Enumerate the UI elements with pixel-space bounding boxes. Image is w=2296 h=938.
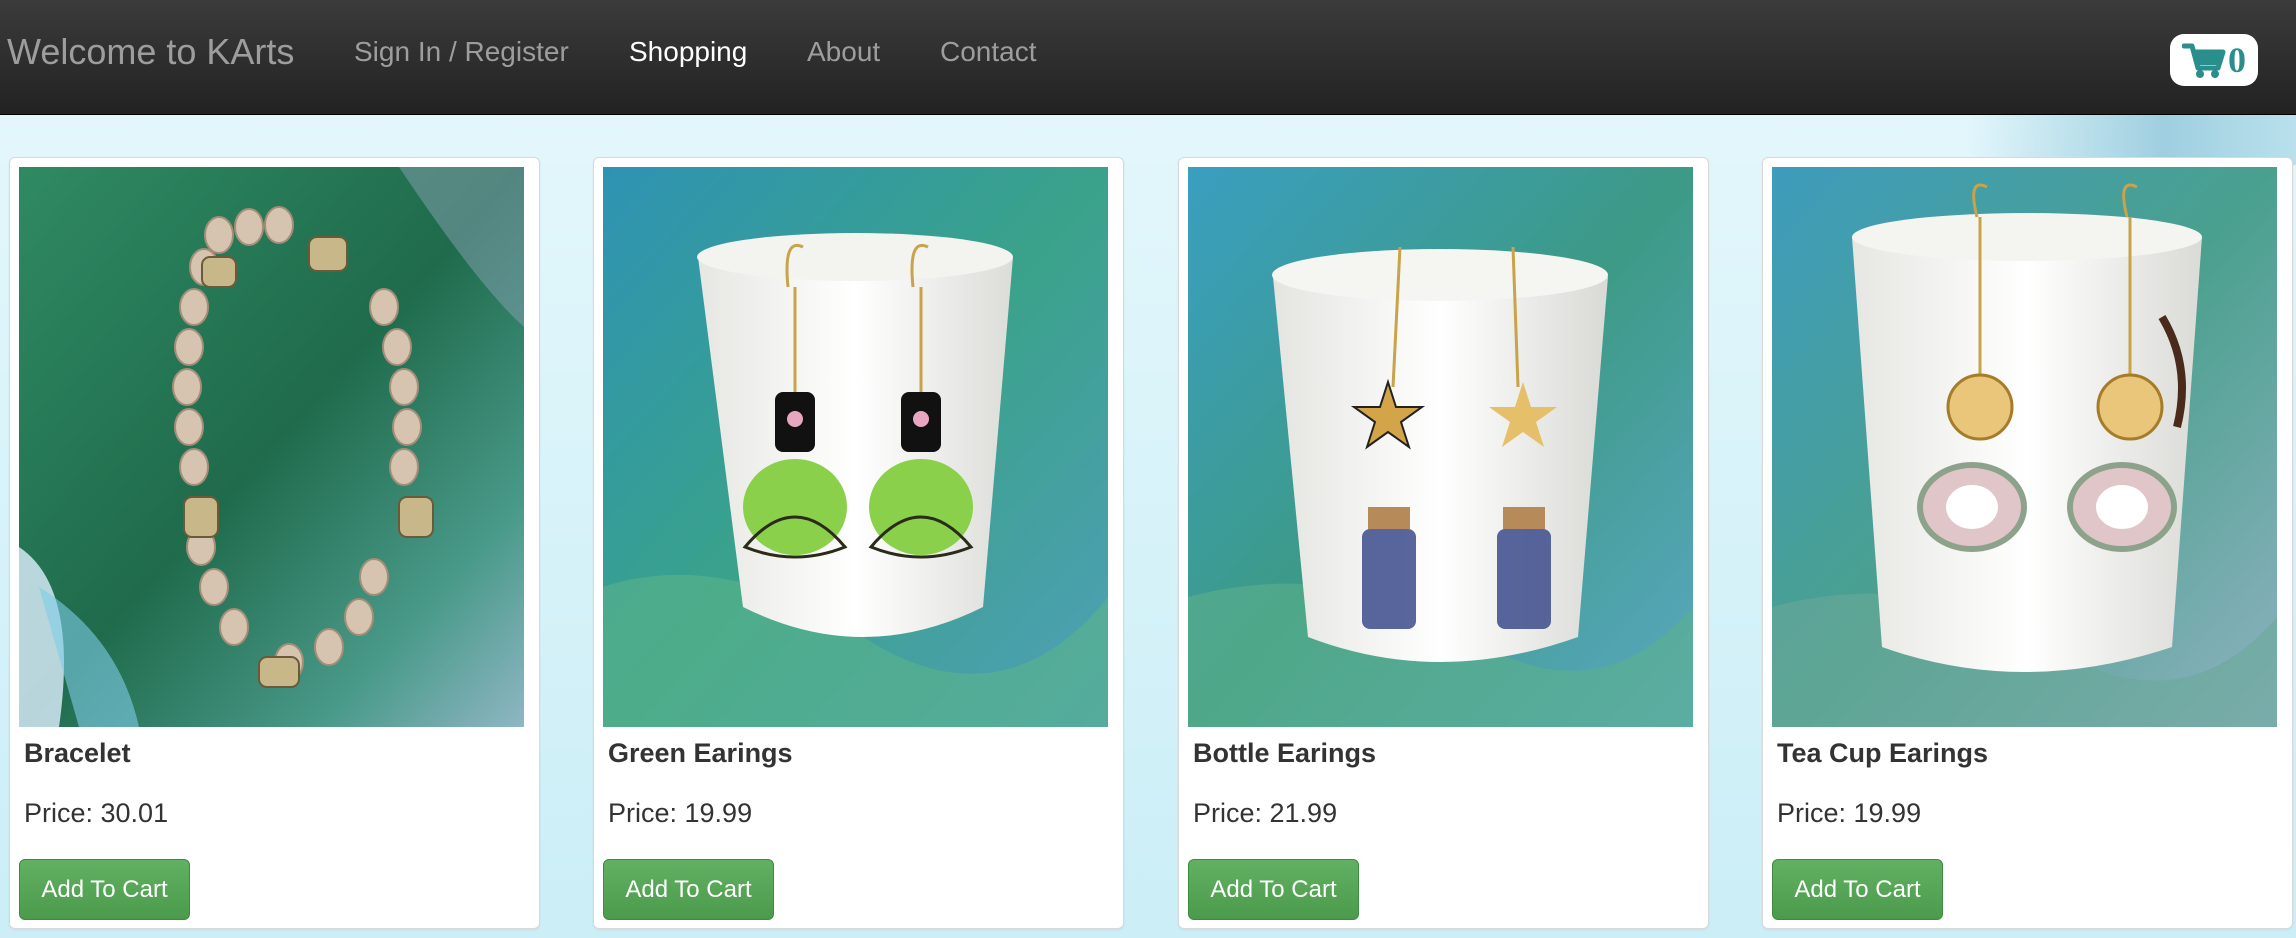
add-to-cart-button[interactable]: Add To Cart (1188, 859, 1359, 920)
add-to-cart-button[interactable]: Add To Cart (1772, 859, 1943, 920)
nav-about[interactable]: About (807, 0, 880, 103)
product-card-tea-cup-earings: Tea Cup Earings Price: 19.99 Add To Cart (1762, 157, 2293, 929)
nav-contact[interactable]: Contact (940, 0, 1037, 103)
product-title: Bracelet (24, 738, 131, 768)
product-price: Price: 19.99 (1777, 798, 1922, 828)
product-title: Green Earings (608, 738, 793, 768)
add-to-cart-button[interactable]: Add To Cart (603, 859, 774, 920)
product-image-green-earings[interactable] (603, 167, 1108, 727)
brand-link[interactable]: Welcome to KArts (7, 0, 294, 103)
product-price: Price: 30.01 (24, 798, 169, 828)
cart-count: 0 (2228, 40, 2246, 80)
product-image-bracelet[interactable] (19, 167, 524, 727)
product-image-tea-cup-earings[interactable] (1772, 167, 2277, 727)
product-title: Bottle Earings (1193, 738, 1377, 768)
nav-sign-in-register[interactable]: Sign In / Register (354, 0, 569, 103)
product-card-green-earings: Green Earings Price: 19.99 Add To Cart (593, 157, 1124, 929)
cart-icon (2182, 43, 2226, 78)
nav-shopping[interactable]: Shopping (629, 0, 747, 103)
product-price: Price: 19.99 (608, 798, 753, 828)
cart-button[interactable]: 0 (2170, 34, 2258, 86)
add-to-cart-button[interactable]: Add To Cart (19, 859, 190, 920)
product-card-bottle-earings: Bottle Earings Price: 21.99 Add To Cart (1178, 157, 1709, 929)
product-image-bottle-earings[interactable] (1188, 167, 1693, 727)
navbar: Welcome to KArts Sign In / Register Shop… (0, 0, 2296, 115)
product-price: Price: 21.99 (1193, 798, 1338, 828)
product-title: Tea Cup Earings (1777, 738, 1989, 768)
product-card-bracelet: Bracelet Price: 30.01 Add To Cart (9, 157, 540, 929)
